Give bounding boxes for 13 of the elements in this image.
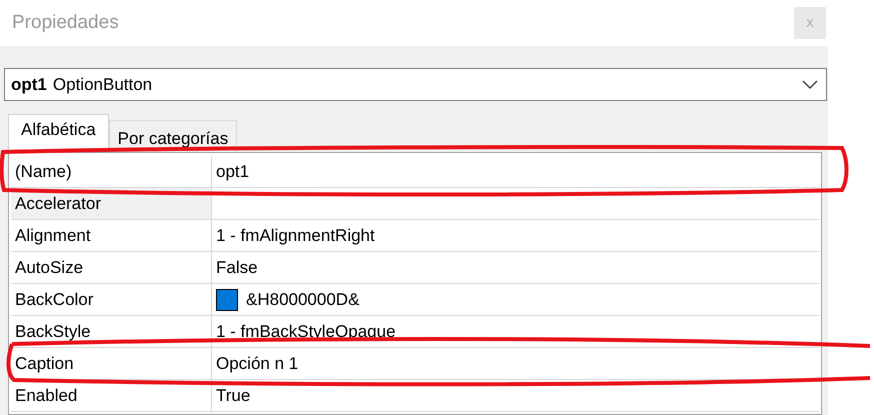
- object-dropdown[interactable]: opt1 OptionButton: [4, 68, 827, 101]
- tab[interactable]: Alfabética: [8, 114, 109, 152]
- property-value[interactable]: 1 - fmBackStyleOpaque: [216, 318, 396, 344]
- property-value[interactable]: Opción n 1: [216, 350, 298, 376]
- object-name: opt1: [11, 74, 47, 96]
- chevron-down-icon: [802, 80, 818, 90]
- property-value[interactable]: opt1: [216, 158, 250, 184]
- property-value[interactable]: 1 - fmAlignmentRight: [216, 222, 375, 248]
- property-value[interactable]: False: [216, 254, 258, 280]
- property-value[interactable]: True: [216, 382, 250, 408]
- window-title: Propiedades: [12, 10, 119, 35]
- property-value[interactable]: &H8000000D&: [246, 286, 360, 312]
- object-type: OptionButton: [52, 74, 154, 96]
